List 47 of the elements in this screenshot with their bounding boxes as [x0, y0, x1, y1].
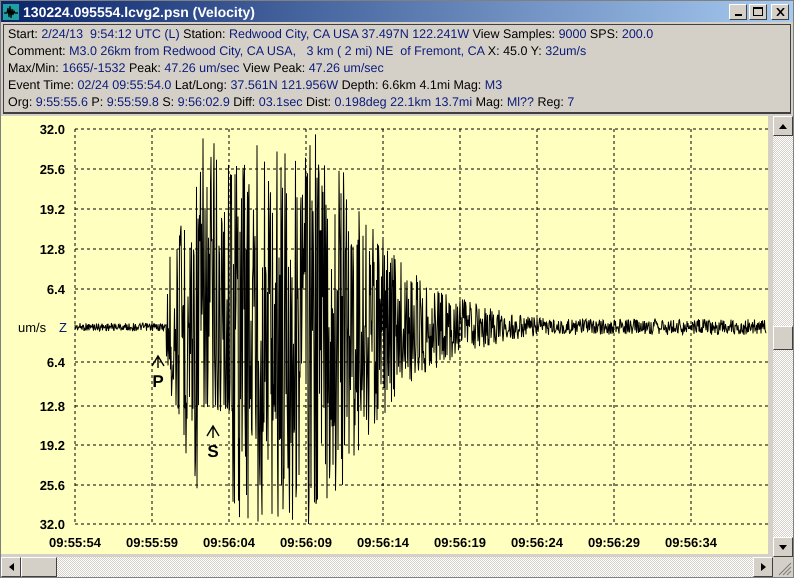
axis-label: 09:56:19 [434, 535, 486, 550]
component-label: Z [59, 320, 67, 335]
axis-label: 09:56:09 [280, 535, 332, 550]
axis-label: 09:56:14 [356, 535, 410, 550]
axis-label: 25.6 [40, 162, 65, 177]
scroll-up-button[interactable] [773, 116, 793, 136]
info-line: Event Time: 02/24 09:55:54.0 Lat/Long: 37.561N 121.956W Depth: 6.6km 4.1mi Mag: M3 [8, 77, 504, 94]
axis-label: 19.2 [40, 202, 65, 217]
axis-label: 6.4 [46, 355, 65, 370]
unit-label: um/s [18, 320, 46, 335]
close-icon [776, 8, 784, 16]
close-button[interactable] [771, 4, 789, 20]
phase-label: S [207, 442, 219, 461]
window-title: 130224.095554.lcvg2.psn (Velocity) [23, 4, 256, 20]
info-line: Org: 9:55:55.6 P: 9:55:59.8 S: 9:56:02.9 Diff: 03.1sec Dist: 0.198deg 22.1km 13.7mi Mag: Ml?? Reg: 7 [8, 94, 576, 111]
axis-label: 32.0 [40, 517, 65, 532]
minimize-icon [734, 14, 742, 16]
axis-label: 19.2 [40, 438, 65, 453]
scroll-right-button[interactable] [753, 557, 773, 577]
pick-arrow [206, 424, 220, 439]
axis-label: 6.4 [46, 282, 65, 297]
scroll-left-button[interactable] [1, 557, 21, 577]
axis-label: 32.0 [40, 122, 65, 137]
left-arrow-icon [8, 563, 14, 571]
info-line: Max/Min: 1665/-1532 Peak: 47.26 um/sec View Peak: 47.26 um/sec [8, 60, 385, 77]
maximize-icon [753, 7, 763, 16]
phase-label: P [152, 372, 164, 391]
minimize-button[interactable] [729, 4, 747, 20]
scrollbar-thumb[interactable] [21, 557, 57, 577]
axis-label: 12.8 [40, 399, 65, 414]
axis-label: 09:55:54 [48, 535, 102, 550]
down-arrow-icon [779, 544, 787, 550]
scroll-down-button[interactable] [773, 537, 793, 557]
axis-label: 09:56:34 [664, 535, 718, 550]
scrollbar-thumb[interactable] [773, 326, 793, 350]
up-arrow-icon [779, 124, 787, 128]
info-line: Start: 2/24/13 9:54:12 UTC (L) Station: Redwood City, CA USA 37.497N 122.241W View Samples: 9000 SPS: 200.0 [8, 26, 654, 43]
axis-label: 09:55:59 [126, 535, 178, 550]
maximize-button[interactable] [749, 4, 767, 20]
axis-label: 09:56:29 [588, 535, 640, 550]
axis-label: 09:56:24 [510, 535, 564, 550]
right-arrow-icon [760, 563, 766, 571]
seismograph-icon [3, 4, 19, 20]
axis-label: 12.8 [40, 242, 65, 257]
axis-label: 25.6 [40, 478, 65, 493]
info-line: Comment: M3.0 26km from Redwood City, CA USA, 3 km ( 2 mi) NE of Fremont, CA X: 45.0 Y: 32um/s [8, 43, 588, 60]
axis-label: 09:56:04 [202, 535, 256, 550]
